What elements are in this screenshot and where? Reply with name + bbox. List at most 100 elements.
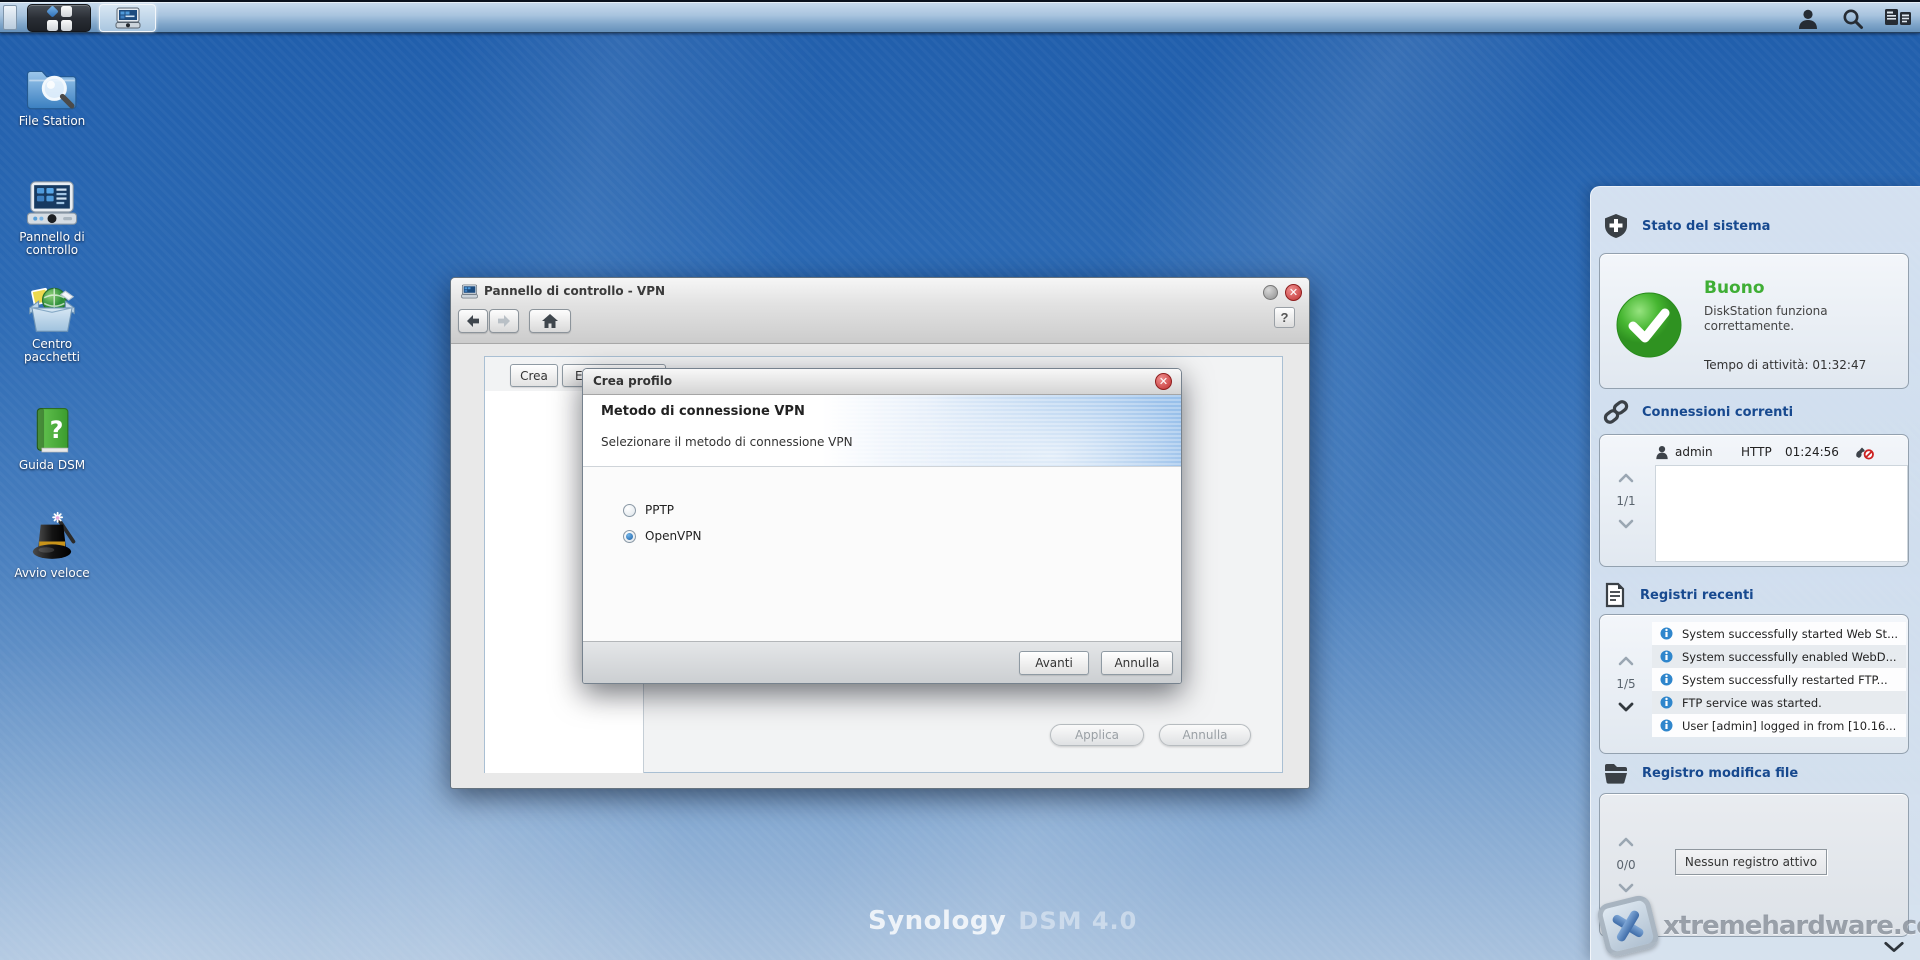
page-up-button[interactable] — [1615, 835, 1637, 849]
desktop-icon-label: Avvio veloce — [14, 566, 90, 580]
radio-option-openvpn[interactable]: OpenVPN — [623, 529, 701, 543]
section-title: Connessioni correnti — [1642, 404, 1794, 420]
system-status-header: Stato del sistema — [1603, 213, 1770, 239]
info-icon — [1660, 627, 1673, 640]
help-button[interactable]: ? — [1274, 307, 1295, 328]
page-down-button[interactable] — [1615, 517, 1637, 531]
folder-icon — [1605, 764, 1627, 784]
info-icon — [1660, 673, 1673, 686]
connection-time: 01:24:56 — [1785, 445, 1839, 459]
log-document-icon — [1605, 582, 1625, 608]
no-active-log-notice: Nessun registro attivo — [1675, 849, 1827, 875]
forward-button[interactable] — [489, 309, 519, 333]
search-button[interactable] — [1839, 6, 1867, 32]
next-button[interactable]: Avanti — [1019, 651, 1089, 675]
connection-protocol: HTTP — [1741, 445, 1772, 459]
connections-box: 1/1 admin HTTP 01:24:56 — [1599, 434, 1909, 567]
connections-pager: 1/1 — [1600, 435, 1652, 566]
log-row: User [admin] logged in from [10.16... — [1652, 714, 1906, 737]
connections-list[interactable] — [1655, 465, 1908, 562]
desktop-icon-control-panel[interactable]: Pannello di controllo — [4, 178, 100, 257]
connections-header: Connessioni correnti — [1603, 399, 1793, 425]
chain-link-icon — [1603, 400, 1629, 424]
pilot-view-icon — [1885, 9, 1911, 25]
create-profile-button[interactable]: Crea — [510, 364, 558, 387]
dialog-close-button[interactable]: ✕ — [1155, 373, 1172, 390]
desktop-icon-package-center[interactable]: Centro pacchetti — [4, 283, 100, 364]
page-up-button[interactable] — [1615, 471, 1637, 485]
window-title: Pannello di controllo - VPN — [484, 284, 666, 298]
section-title: Registro modifica file — [1642, 765, 1799, 781]
taskbar-item-control-panel[interactable] — [99, 4, 156, 32]
dialog-footer: Avanti Annulla — [583, 641, 1181, 683]
radio-icon-selected[interactable] — [623, 529, 636, 543]
radio-option-pptp[interactable]: PPTP — [623, 503, 674, 517]
recent-logs-box: 1/5 System successfully started Web St..… — [1599, 614, 1909, 754]
search-icon — [1843, 9, 1863, 29]
radio-label[interactable]: OpenVPN — [645, 529, 701, 543]
close-button[interactable]: ✕ — [1285, 284, 1302, 301]
desktop-icon-label: Guida DSM — [18, 458, 86, 472]
product-text: DSM 4.0 — [1018, 907, 1138, 935]
control-panel-icon — [115, 7, 140, 29]
log-list: System successfully started Web St... Sy… — [1652, 622, 1906, 737]
cancel-button[interactable]: Annulla — [1159, 724, 1251, 746]
status-value: Buono — [1704, 278, 1765, 298]
dialog-subheading: Selezionare il metodo di connessione VPN — [601, 435, 853, 449]
brand-text: Synology — [868, 906, 1007, 936]
page-indicator: 0/0 — [1616, 858, 1636, 872]
info-icon — [1660, 719, 1673, 732]
radio-label[interactable]: PPTP — [645, 503, 674, 517]
show-desktop-button[interactable] — [3, 5, 17, 30]
apply-button[interactable]: Applica — [1050, 724, 1144, 746]
file-log-pager: 0/0 — [1600, 794, 1652, 936]
taskbar — [0, 0, 1920, 33]
log-row: System successfully started Web St... — [1652, 622, 1906, 645]
page-up-button[interactable] — [1615, 654, 1637, 668]
main-menu-button[interactable] — [27, 4, 91, 32]
connection-row[interactable]: admin HTTP 01:24:56 — [1655, 440, 1908, 464]
control-panel-desktop-icon — [26, 181, 78, 225]
panel-collapse-button[interactable] — [1883, 939, 1905, 953]
desktop-icon-label: File Station — [18, 114, 86, 128]
page-down-button[interactable] — [1615, 700, 1637, 714]
status-ok-icon — [1616, 292, 1682, 358]
user-mini-icon — [1656, 445, 1668, 459]
back-button[interactable] — [458, 309, 488, 333]
logs-pager: 1/5 — [1600, 615, 1652, 753]
window-title-icon — [461, 284, 478, 298]
home-button[interactable] — [529, 309, 571, 333]
window-header: Pannello di controllo - VPN ✕ ? — [451, 278, 1309, 344]
section-title: Registri recenti — [1640, 587, 1754, 603]
dialog-header: Metodo di connessione VPN Selezionare il… — [583, 395, 1181, 467]
desktop-icon-quick-start[interactable]: Avvio veloce — [4, 510, 100, 580]
svg-text:?: ? — [50, 416, 64, 444]
desktop: File Station Pannello di controllo Centr… — [0, 0, 1920, 960]
taskbar-right — [1794, 2, 1912, 35]
window-titlebar[interactable]: Pannello di controllo - VPN — [461, 278, 665, 304]
dialog-titlebar[interactable]: Crea profilo — [583, 369, 1181, 395]
page-down-button[interactable] — [1615, 881, 1637, 895]
desktop-icon-file-station[interactable]: File Station — [4, 60, 100, 128]
desktop-icon-dsm-help[interactable]: ? Guida DSM — [4, 404, 100, 472]
desktop-icon-label: Centro pacchetti — [24, 337, 80, 364]
dialog-cancel-button[interactable]: Annulla — [1101, 651, 1173, 675]
radio-icon[interactable] — [623, 503, 636, 517]
quick-start-icon — [32, 511, 76, 559]
home-icon — [542, 314, 558, 328]
desktop-icon-label: Pannello di controllo — [19, 230, 85, 257]
minimize-button[interactable] — [1263, 285, 1278, 300]
page-indicator: 1/5 — [1616, 677, 1636, 691]
status-description: DiskStation funziona correttamente. — [1704, 304, 1828, 333]
back-arrow-icon — [467, 315, 479, 327]
user-icon — [1799, 9, 1817, 29]
file-change-log-box: 0/0 Nessun registro attivo — [1599, 793, 1909, 937]
dialog-heading: Metodo di connessione VPN — [601, 404, 805, 419]
disconnect-icon[interactable] — [1855, 444, 1874, 460]
forward-arrow-icon — [498, 315, 510, 327]
connection-user: admin — [1675, 445, 1713, 459]
pilot-view-button[interactable] — [1884, 6, 1912, 32]
log-row: System successfully restarted FTP... — [1652, 668, 1906, 691]
user-button[interactable] — [1794, 6, 1822, 32]
section-title: Stato del sistema — [1642, 218, 1771, 234]
